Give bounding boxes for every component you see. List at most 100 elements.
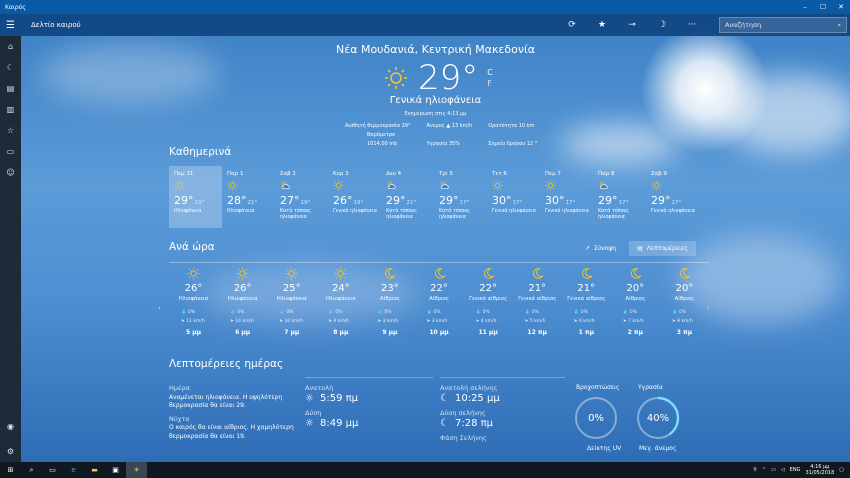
hour-wind: 10 km/h: [284, 319, 303, 324]
refresh-icon[interactable]: ⟳: [557, 20, 587, 30]
unit-fahrenheit[interactable]: F: [487, 78, 493, 89]
wind-arrow-icon: ➤: [573, 319, 578, 324]
sunset-time: 8:49 μμ: [319, 417, 359, 429]
stat-label: Υγρασία: [426, 141, 448, 147]
moon-icon: [414, 267, 463, 282]
day-high: 30°: [492, 194, 512, 207]
task-view-icon[interactable]: ▭: [42, 462, 63, 478]
hour-desc: Αίθριος: [380, 296, 400, 302]
hourly-prev-arrow[interactable]: ‹: [158, 304, 161, 312]
pin-icon[interactable]: ⊸: [617, 20, 647, 30]
hour-temp: 22°: [430, 283, 448, 294]
search-icon[interactable]: ⌕: [837, 21, 841, 30]
clock[interactable]: 4:16 μμ 31/05/2018: [805, 464, 834, 476]
language-indicator[interactable]: ENG: [790, 467, 801, 473]
stat-label: Βαρόμετρο: [367, 132, 396, 138]
day-card[interactable]: Τρι 5 29°17° Κατά τόπους ηλιοφάνεια: [434, 166, 487, 228]
moon-theme-icon[interactable]: ☽: [647, 20, 677, 30]
close-button[interactable]: ✕: [832, 3, 850, 11]
wind-arrow-icon: ➤: [377, 319, 382, 324]
day-card[interactable]: Παρ 8 29°17° Κατά τόπους ηλιοφάνεια: [593, 166, 646, 228]
search-icon[interactable]: ⌕: [21, 462, 42, 478]
search-input[interactable]: Αναζήτηση ⌕: [719, 17, 847, 33]
hour-temp: 20°: [626, 283, 645, 294]
moonrise-icon: ☾: [440, 392, 449, 404]
maximize-button[interactable]: ☐: [814, 3, 832, 11]
hour-wind: 7 km/h: [628, 319, 644, 324]
day-low: 21°: [406, 200, 417, 206]
home-icon[interactable]: ⌂: [0, 36, 21, 57]
day-card[interactable]: Κυρ 3 26°19° Γενικά ηλιοφάνεια: [328, 166, 381, 228]
hour-desc: Ηλιοφάνεια: [276, 296, 307, 302]
start-icon[interactable]: ⊞: [0, 462, 21, 478]
account-icon[interactable]: ◉: [0, 416, 21, 437]
hourly-view-toggle: ↗ Σύνοψη ▤ Λεπτομέρειες: [577, 241, 696, 256]
settings-icon[interactable]: ⚙: [0, 441, 21, 462]
day-low: 17°: [618, 200, 629, 206]
details-button[interactable]: ▤ Λεπτομέρειες: [629, 241, 696, 256]
store-icon[interactable]: ▣: [105, 462, 126, 478]
wind-arrow-icon: ➤: [328, 319, 333, 324]
weather-app-icon[interactable]: ☀: [126, 462, 147, 478]
day-card[interactable]: Πεμ 31 29°19° Ηλιοφάνεια: [169, 166, 222, 228]
hour-time: 1 πμ: [578, 329, 595, 336]
day-card[interactable]: Σαβ 2 27°19° Κατά τόπους ηλιοφάνεια: [275, 166, 328, 228]
day-name: Κυρ 3: [333, 171, 349, 177]
unit-celsius[interactable]: C: [487, 67, 493, 78]
day-name: Παρ 8: [598, 171, 615, 177]
hamburger-icon[interactable]: ☰: [0, 20, 21, 31]
moonset-time: 7:28 πμ: [454, 417, 493, 429]
places-icon[interactable]: ☆: [0, 120, 21, 141]
day-desc: Γενικά ηλιοφάνεια: [492, 209, 536, 214]
maps-icon[interactable]: ▤: [0, 78, 21, 99]
details-label: Λεπτομέρειες: [646, 245, 688, 252]
hour-temp: 25°: [282, 283, 301, 294]
hour-desc: Ηλιοφάνεια: [178, 296, 209, 302]
stat-value: 1014,00 mb: [367, 141, 398, 147]
chevron-up-icon[interactable]: ⌃: [762, 467, 766, 473]
day-high: 27°: [280, 194, 300, 207]
hour-precip: 0%: [384, 310, 392, 315]
system-tray: ⚲ ⌃ ▭ ◁ ENG 4:16 μμ 31/05/2018 ▢: [753, 464, 850, 476]
day-desc: Κατά τόπους ηλιοφάνεια: [598, 209, 630, 220]
day-card[interactable]: Παρ 1 28°21° Ηλιοφάνεια: [222, 166, 275, 228]
moonset-label: Δύση σελήνης: [440, 409, 486, 417]
day-card[interactable]: Πεμ 7 30°17° Γενικά ηλιοφάνεια: [540, 166, 593, 228]
favorite-star-icon[interactable]: ★: [587, 20, 617, 30]
daily-title: Καθημερινά: [169, 146, 232, 158]
people-icon[interactable]: ⚲: [753, 467, 757, 473]
moon-icon: [562, 267, 611, 282]
current-stats: Αισθητή θερμοκρασία 29° Άνεμος ▲ 13 km/h…: [345, 122, 537, 149]
day-card[interactable]: Δευ 4 29°21° Κατά τόπους ηλιοφάνεια: [381, 166, 434, 228]
wind-arrow-icon: ➤: [426, 319, 431, 324]
hour-temp: 20°: [675, 283, 694, 294]
day-card[interactable]: Σαβ 9 29°17° Γενικά ηλιοφάνεια: [646, 166, 699, 228]
day-desc: Ηλιοφάνεια: [227, 209, 255, 214]
hour-column: 20° Αίθριος 💧 0% ➤ 8 km/h 3 πμ: [660, 263, 709, 336]
unit-toggle[interactable]: C F: [487, 67, 493, 89]
moonrise-label: Ανατολή σελήνης: [440, 384, 498, 392]
news-icon[interactable]: ▭: [0, 141, 21, 162]
day-card[interactable]: Τετ 6 30°17° Γενικά ηλιοφάνεια: [487, 166, 540, 228]
more-icon[interactable]: ···: [677, 20, 707, 30]
day-desc: Γενικά ηλιοφάνεια: [333, 209, 377, 214]
historical-icon[interactable]: ▥: [0, 99, 21, 120]
summary-button[interactable]: ↗ Σύνοψη: [577, 241, 624, 256]
minimize-button[interactable]: –: [796, 3, 814, 11]
moonrise-time: 10:25 μμ: [454, 392, 500, 404]
network-icon[interactable]: ▭: [771, 467, 776, 473]
day-desc: Κατά τόπους ηλιοφάνεια: [439, 209, 471, 220]
stat-label: Σημείο δρόσου: [488, 141, 526, 147]
notifications-icon[interactable]: ▢: [839, 467, 844, 473]
sun-icon: [651, 180, 699, 193]
partly-sunny-icon: [439, 180, 487, 193]
hour-precip: 0%: [433, 310, 441, 315]
file-explorer-icon[interactable]: ▬: [84, 462, 105, 478]
volume-icon[interactable]: ◁: [781, 467, 785, 473]
stat-label: Ορατότητα: [488, 123, 518, 129]
forecast-icon[interactable]: ☾: [0, 57, 21, 78]
hour-temp: 26°: [184, 283, 203, 294]
raindrop-icon: 💧: [475, 310, 482, 315]
edge-icon[interactable]: e: [63, 462, 84, 478]
feedback-icon[interactable]: ☺: [0, 162, 21, 183]
